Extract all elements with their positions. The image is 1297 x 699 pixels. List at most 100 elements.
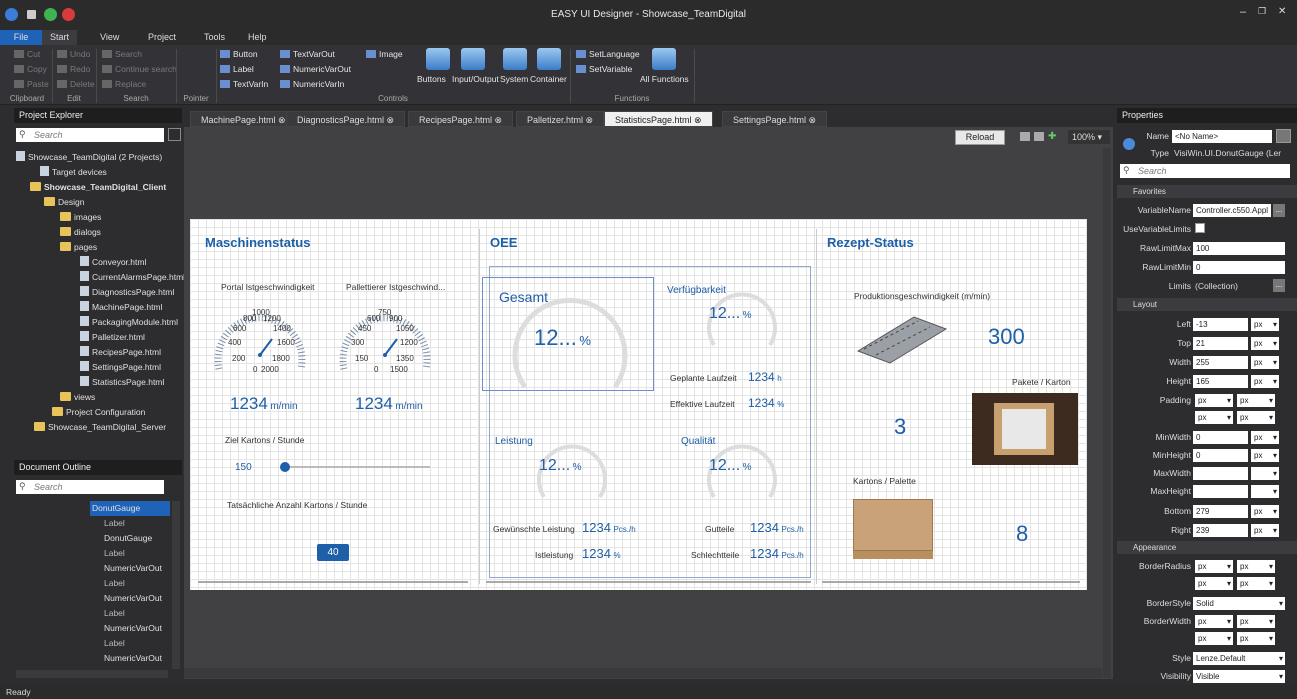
top-unit[interactable]: px xyxy=(1251,337,1279,350)
height-input[interactable]: 165 xyxy=(1193,375,1248,388)
canvas-scrollbar[interactable] xyxy=(1103,148,1111,678)
maxheight-unit[interactable] xyxy=(1251,485,1279,498)
tab-settingspage[interactable]: SettingsPage.html ⊗ xyxy=(722,111,828,127)
explorer-search[interactable]: Search xyxy=(16,128,164,142)
tree-item-page[interactable]: CurrentAlarmsPage.html xyxy=(80,270,185,285)
usevariablelimits-checkbox[interactable] xyxy=(1195,223,1205,233)
setvariable-button[interactable]: SetVariable xyxy=(576,64,632,74)
slider-thumb[interactable] xyxy=(280,462,290,472)
outline-item[interactable]: Label xyxy=(104,576,125,591)
outline-item[interactable]: NumericVarOut xyxy=(104,561,162,576)
borderradius-unit[interactable]: px xyxy=(1195,560,1233,573)
tree-item-page[interactable]: PackagingModule.html xyxy=(80,315,178,330)
right-input[interactable]: 239 xyxy=(1193,524,1248,537)
all-functions-button[interactable]: All Functions xyxy=(640,74,689,84)
favorites-section[interactable]: Favorites xyxy=(1117,185,1297,198)
left-unit[interactable]: px xyxy=(1251,318,1279,331)
layout-section[interactable]: Layout xyxy=(1117,298,1297,311)
minimize-icon[interactable]: – xyxy=(1240,6,1246,18)
tree-item-page[interactable]: RecipesPage.html xyxy=(80,345,161,360)
outline-item[interactable]: Label xyxy=(104,516,125,531)
properties-search[interactable]: Search xyxy=(1120,164,1290,178)
undo-button[interactable]: Undo xyxy=(57,49,90,59)
container-dropdown[interactable]: Container xyxy=(530,74,567,84)
redo-button[interactable]: Redo xyxy=(57,64,90,74)
system-dropdown[interactable]: System xyxy=(500,74,528,84)
outline-item[interactable]: DonutGauge xyxy=(104,531,152,546)
name-input[interactable]: <No Name> xyxy=(1172,130,1272,143)
tab-palletizer[interactable]: Palletizer.html ⊗ xyxy=(516,111,605,127)
variable-browse-button[interactable]: ... xyxy=(1273,204,1285,217)
zoom-select[interactable]: 100% ▾ xyxy=(1068,130,1110,144)
events-icon[interactable] xyxy=(1276,129,1291,143)
tree-item-design[interactable]: Design xyxy=(44,195,84,210)
continue-search-button[interactable]: Continue search xyxy=(102,64,177,74)
borderradius-unit[interactable]: px xyxy=(1237,577,1275,590)
tree-item-views[interactable]: views xyxy=(60,390,95,405)
borderradius-unit[interactable]: px xyxy=(1237,560,1275,573)
all-functions-icon[interactable] xyxy=(652,48,676,70)
numericvarout-control[interactable]: NumericVarOut xyxy=(280,64,351,74)
tree-item-page[interactable]: MachinePage.html xyxy=(80,300,162,315)
io-icon[interactable] xyxy=(461,48,485,70)
cut-button[interactable]: Cut xyxy=(14,49,40,59)
rawlimitmax-input[interactable]: 100 xyxy=(1193,242,1285,255)
borderwidth-unit[interactable]: px xyxy=(1195,632,1233,645)
outline-item[interactable]: Label xyxy=(104,606,125,621)
outline-hscrollbar[interactable] xyxy=(16,670,168,678)
restore-icon[interactable]: ❐ xyxy=(1258,6,1266,17)
outline-scrollbar[interactable] xyxy=(172,501,180,669)
maxwidth-input[interactable] xyxy=(1193,467,1248,480)
tab-recipespage[interactable]: RecipesPage.html ⊗ xyxy=(408,111,514,127)
visibility-select[interactable]: Visible xyxy=(1193,670,1285,683)
tree-item-solution[interactable]: Showcase_TeamDigital (2 Projects) xyxy=(16,150,162,165)
menu-tools[interactable]: Tools xyxy=(196,30,233,45)
image-control[interactable]: Image xyxy=(366,49,403,59)
menu-start[interactable]: Start xyxy=(42,30,78,45)
page-surface[interactable]: Maschinenstatus OEE Rezept-Status Portal… xyxy=(190,219,1087,590)
padding-bottom-unit[interactable]: px xyxy=(1237,411,1275,424)
tree-item-server[interactable]: Showcase_TeamDigital_Server xyxy=(34,420,166,435)
setlanguage-button[interactable]: SetLanguage xyxy=(576,49,640,59)
rawlimitmin-input[interactable]: 0 xyxy=(1193,261,1285,274)
buttons-icon[interactable] xyxy=(426,48,450,70)
outline-item[interactable]: DonutGauge xyxy=(90,501,170,516)
tab-machinepage[interactable]: MachinePage.html ⊗ xyxy=(190,111,297,127)
system-icon[interactable] xyxy=(503,48,527,70)
menu-file[interactable]: File xyxy=(0,30,42,45)
borderstyle-select[interactable]: Solid xyxy=(1193,597,1285,610)
tree-item-page[interactable]: DiagnosticsPage.html xyxy=(80,285,174,300)
outline-item[interactable]: NumericVarOut xyxy=(104,591,162,606)
container-icon[interactable] xyxy=(537,48,561,70)
minheight-unit[interactable]: px xyxy=(1251,449,1279,462)
height-unit[interactable]: px xyxy=(1251,375,1279,388)
delete-button[interactable]: Delete xyxy=(57,79,95,89)
tab-statisticspage[interactable]: StatisticsPage.html ⊗ xyxy=(604,111,713,127)
maxwidth-unit[interactable] xyxy=(1251,467,1279,480)
borderwidth-unit[interactable]: px xyxy=(1237,632,1275,645)
canvas-hscrollbar[interactable] xyxy=(184,668,1102,678)
tree-item-page[interactable]: Palletizer.html xyxy=(80,330,145,345)
menu-view[interactable]: View xyxy=(92,30,127,45)
io-dropdown[interactable]: Input/Output xyxy=(452,74,499,84)
numericvarin-control[interactable]: NumericVarIn xyxy=(280,79,344,89)
zoom-fit-icon[interactable]: ✚ xyxy=(1048,131,1056,142)
outline-item[interactable]: NumericVarOut xyxy=(104,621,162,636)
menu-help[interactable]: Help xyxy=(240,30,275,45)
tree-item-pages[interactable]: pages xyxy=(60,240,97,255)
tree-item-page[interactable]: StatisticsPage.html xyxy=(80,375,164,390)
tree-item-target[interactable]: Target devices xyxy=(40,165,107,180)
tree-item-page[interactable]: SettingsPage.html xyxy=(80,360,161,375)
buttons-dropdown[interactable]: Buttons xyxy=(417,74,446,84)
bottom-unit[interactable]: px xyxy=(1251,505,1279,518)
tree-item-page[interactable]: Conveyor.html xyxy=(80,255,146,270)
tree-item-client[interactable]: Showcase_TeamDigital_Client xyxy=(30,180,166,195)
button-control[interactable]: Button xyxy=(220,49,258,59)
search-button[interactable]: Search xyxy=(102,49,142,59)
top-input[interactable]: 21 xyxy=(1193,337,1248,350)
outline-item[interactable]: NumericVarOut xyxy=(104,651,162,666)
limits-browse-button[interactable]: ... xyxy=(1273,279,1285,292)
borderwidth-unit[interactable]: px xyxy=(1195,615,1233,628)
tab-diagnosticspage[interactable]: DiagnosticsPage.html ⊗ xyxy=(286,111,406,127)
close-icon[interactable]: ✕ xyxy=(1278,6,1286,17)
